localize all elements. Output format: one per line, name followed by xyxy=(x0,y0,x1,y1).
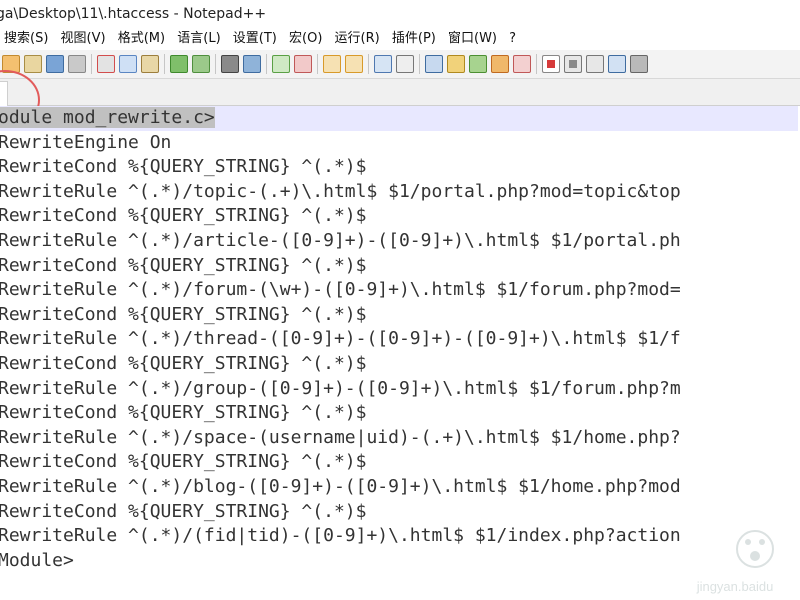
code-text: RewriteCond %{QUERY_STRING} ^(.*)$ xyxy=(0,303,367,325)
play-macro-icon[interactable] xyxy=(586,55,604,73)
code-line[interactable]: Module> xyxy=(0,549,798,574)
code-line[interactable]: RewriteRule ^(.*)/article-([0-9]+)-([0-9… xyxy=(0,229,798,254)
code-text: RewriteCond %{QUERY_STRING} ^(.*)$ xyxy=(0,254,367,276)
indent-guide-icon[interactable] xyxy=(425,55,443,73)
code-line[interactable]: RewriteRule ^(.*)/(fid|tid)-([0-9]+)\.ht… xyxy=(0,524,798,549)
toolbar-separator xyxy=(215,54,216,74)
code-text: RewriteRule ^(.*)/thread-([0-9]+)-([0-9]… xyxy=(0,328,681,350)
menu-run[interactable]: 运行(R) xyxy=(335,28,380,50)
toolbar-separator xyxy=(368,54,369,74)
selected-text: odule mod_rewrite.c> xyxy=(0,107,215,128)
window-titlebar: ga\Desktop\11\.htaccess - Notepad++ xyxy=(0,0,800,28)
toolbar-separator xyxy=(317,54,318,74)
lang-icon[interactable] xyxy=(447,55,465,73)
stop-record-icon[interactable] xyxy=(564,55,582,73)
find-icon[interactable] xyxy=(221,55,239,73)
zoom-in-icon[interactable] xyxy=(272,55,290,73)
code-text: RewriteRule ^(.*)/(fid|tid)-([0-9]+)\.ht… xyxy=(0,525,681,547)
code-line[interactable]: RewriteCond %{QUERY_STRING} ^(.*)$ xyxy=(0,254,798,279)
code-line[interactable]: RewriteRule ^(.*)/forum-(\w+)-([0-9]+)\.… xyxy=(0,278,798,303)
folder-as-workspace-icon[interactable] xyxy=(513,55,531,73)
redo-icon[interactable] xyxy=(192,55,210,73)
code-text: RewriteCond %{QUERY_STRING} ^(.*)$ xyxy=(0,156,367,178)
menu-language[interactable]: 语言(L) xyxy=(177,28,220,50)
code-line[interactable]: RewriteEngine On xyxy=(0,131,798,156)
open-file-icon[interactable] xyxy=(24,55,42,73)
code-line[interactable]: odule mod_rewrite.c> xyxy=(0,106,798,131)
function-list-icon[interactable] xyxy=(491,55,509,73)
code-text: RewriteEngine On xyxy=(0,131,172,153)
save-icon[interactable] xyxy=(46,55,64,73)
paste-icon[interactable] xyxy=(141,55,159,73)
menu-view[interactable]: 视图(V) xyxy=(61,28,106,50)
code-text: RewriteCond %{QUERY_STRING} ^(.*)$ xyxy=(0,451,367,473)
undo-icon[interactable] xyxy=(170,55,188,73)
code-line[interactable]: RewriteCond %{QUERY_STRING} ^(.*)$ xyxy=(0,204,798,229)
code-line[interactable]: RewriteCond %{QUERY_STRING} ^(.*)$ xyxy=(0,500,798,525)
tab-bar xyxy=(0,79,800,106)
code-text: RewriteRule ^(.*)/space-(username|uid)-(… xyxy=(0,426,681,448)
code-text: RewriteRule ^(.*)/topic-(.+)\.html$ $1/p… xyxy=(0,180,681,202)
print-icon[interactable] xyxy=(68,55,86,73)
toolbar-separator xyxy=(266,54,267,74)
run-macro-multiple-icon[interactable] xyxy=(608,55,626,73)
code-text: RewriteCond %{QUERY_STRING} ^(.*)$ xyxy=(0,205,367,227)
doc-map-icon[interactable] xyxy=(469,55,487,73)
code-text: RewriteCond %{QUERY_STRING} ^(.*)$ xyxy=(0,500,367,522)
code-text: Module> xyxy=(0,549,74,571)
menu-format[interactable]: 格式(M) xyxy=(118,28,165,50)
code-line[interactable]: RewriteCond %{QUERY_STRING} ^(.*)$ xyxy=(0,450,798,475)
word-wrap-icon[interactable] xyxy=(374,55,392,73)
toolbar-separator xyxy=(91,54,92,74)
code-text: RewriteRule ^(.*)/blog-([0-9]+)-([0-9]+)… xyxy=(0,475,681,497)
code-text: RewriteCond %{QUERY_STRING} ^(.*)$ xyxy=(0,352,367,374)
code-line[interactable]: RewriteRule ^(.*)/blog-([0-9]+)-([0-9]+)… xyxy=(0,475,798,500)
show-all-chars-icon[interactable] xyxy=(396,55,414,73)
replace-icon[interactable] xyxy=(243,55,261,73)
code-line[interactable]: RewriteRule ^(.*)/space-(username|uid)-(… xyxy=(0,426,798,451)
code-text: RewriteRule ^(.*)/forum-(\w+)-([0-9]+)\.… xyxy=(0,279,681,301)
code-line[interactable]: RewriteRule ^(.*)/thread-([0-9]+)-([0-9]… xyxy=(0,327,798,352)
sync-scroll-h-icon[interactable] xyxy=(345,55,363,73)
record-macro-icon[interactable] xyxy=(542,55,560,73)
zoom-out-icon[interactable] xyxy=(294,55,312,73)
window-title: ga\Desktop\11\.htaccess - Notepad++ xyxy=(0,6,267,22)
code-text: RewriteCond %{QUERY_STRING} ^(.*)$ xyxy=(0,402,367,424)
menu-window[interactable]: 窗口(W) xyxy=(448,28,497,50)
code-text: RewriteRule ^(.*)/group-([0-9]+)-([0-9]+… xyxy=(0,377,681,399)
editor-area[interactable]: odule mod_rewrite.c> RewriteEngine On Rewr… xyxy=(0,106,800,600)
copy-icon[interactable] xyxy=(119,55,137,73)
menu-settings[interactable]: 设置(T) xyxy=(233,28,277,50)
code-line[interactable]: RewriteCond %{QUERY_STRING} ^(.*)$ xyxy=(0,401,798,426)
toolbar-separator xyxy=(536,54,537,74)
menu-help[interactable]: ? xyxy=(509,28,516,50)
code-line[interactable]: RewriteCond %{QUERY_STRING} ^(.*)$ xyxy=(0,352,798,377)
code-line[interactable]: RewriteRule ^(.*)/group-([0-9]+)-([0-9]+… xyxy=(0,377,798,402)
menu-macro[interactable]: 宏(O) xyxy=(289,28,322,50)
toolbar-separator xyxy=(164,54,165,74)
code-text: RewriteRule ^(.*)/article-([0-9]+)-([0-9… xyxy=(0,229,681,251)
code-line[interactable]: RewriteRule ^(.*)/topic-(.+)\.html$ $1/p… xyxy=(0,180,798,205)
sync-scroll-v-icon[interactable] xyxy=(323,55,341,73)
menu-plugins[interactable]: 插件(P) xyxy=(392,28,436,50)
code-line[interactable]: RewriteCond %{QUERY_STRING} ^(.*)$ xyxy=(0,303,798,328)
toolbar-separator xyxy=(419,54,420,74)
code-line[interactable]: RewriteCond %{QUERY_STRING} ^(.*)$ xyxy=(0,155,798,180)
cut-icon[interactable] xyxy=(97,55,115,73)
menu-bar: 搜索(S) 视图(V) 格式(M) 语言(L) 设置(T) 宏(O) 运行(R)… xyxy=(0,28,800,50)
save-macro-icon[interactable] xyxy=(630,55,648,73)
toolbar xyxy=(0,50,800,79)
menu-search[interactable]: 搜索(S) xyxy=(4,28,48,50)
